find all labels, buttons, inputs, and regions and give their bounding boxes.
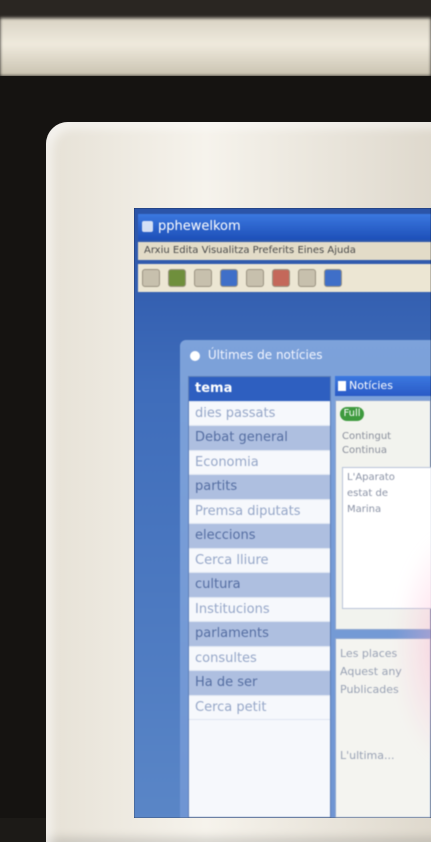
screen-glare (394, 528, 431, 768)
toolbar (138, 264, 431, 292)
history-icon[interactable] (324, 269, 342, 287)
list-item[interactable]: Institucions (189, 598, 330, 622)
monitor-screen: pphewelkom Arxiu Edita Visualitza Prefer… (134, 208, 431, 818)
topic-list-header[interactable]: tema (189, 377, 330, 402)
list-item[interactable]: Ha de ser (189, 671, 330, 696)
news-line: Contingut (342, 431, 392, 442)
document-icon (338, 381, 346, 391)
list-item[interactable]: eleccions (189, 524, 330, 549)
news-text-line: estat de (347, 488, 389, 499)
summary-line: Les places (340, 647, 398, 660)
desktop: pphewelkom Arxiu Edita Visualitza Prefer… (134, 208, 431, 818)
summary-line: L'ultima... (340, 749, 395, 762)
summary-line: Publicades (340, 683, 399, 696)
home-icon[interactable] (246, 269, 264, 287)
list-item[interactable]: Premsa diputats (189, 500, 330, 524)
window-title: pphewelkom (158, 219, 241, 234)
check-icon[interactable]: Full (340, 407, 364, 421)
menu-bar[interactable]: Arxiu Edita Visualitza Preferits Eines A… (138, 242, 431, 260)
list-item[interactable]: consultes (189, 647, 330, 671)
news-text-line: L'Aparato (347, 472, 395, 483)
window-titlebar[interactable]: pphewelkom (138, 214, 431, 240)
back-icon[interactable] (142, 269, 160, 287)
list-item[interactable]: partits (189, 475, 330, 500)
panel-title: Últimes de notícies (190, 348, 323, 362)
list-item[interactable]: Economia (189, 451, 330, 475)
list-item[interactable]: Cerca lliure (189, 549, 330, 573)
news-detail-title: Notícies (335, 376, 431, 396)
list-item[interactable]: Cerca petit (189, 696, 330, 720)
summary-line: Aquest any (340, 665, 402, 678)
background-shelf (0, 18, 431, 76)
topic-list: tema dies passats Debat general Economia… (188, 376, 331, 818)
stop-icon[interactable] (194, 269, 212, 287)
list-item[interactable]: Debat general (189, 426, 330, 451)
news-text-line: Marina (347, 504, 382, 515)
list-item[interactable]: cultura (189, 573, 330, 598)
search-icon[interactable] (272, 269, 290, 287)
list-item[interactable]: parlaments (189, 622, 330, 647)
favorites-icon[interactable] (298, 269, 316, 287)
news-line: Continua (342, 445, 387, 456)
forward-icon[interactable] (168, 269, 186, 287)
menu-bar-text: Arxiu Edita Visualitza Preferits Eines A… (144, 245, 356, 256)
list-item[interactable]: dies passats (189, 402, 330, 426)
panel-title-text: Últimes de notícies (207, 348, 323, 362)
news-detail-title-text: Notícies (349, 379, 393, 392)
panel-icon (190, 350, 200, 361)
window-app-icon (142, 221, 153, 232)
background-top (0, 0, 431, 18)
refresh-icon[interactable] (220, 269, 238, 287)
